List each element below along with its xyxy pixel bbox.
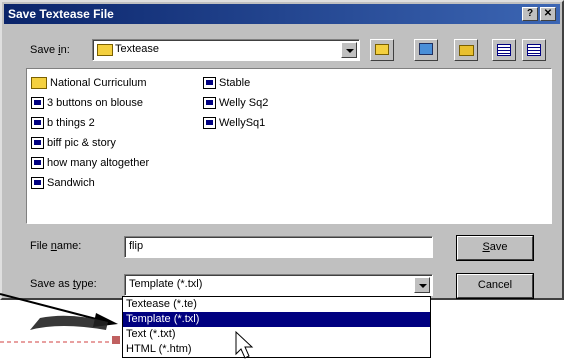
save-as-type-label: Save as type: [30, 278, 97, 290]
file-item-label: National Curriculum [50, 77, 147, 89]
file-item[interactable]: WellySq1 [203, 113, 268, 133]
file-item-label: Welly Sq2 [219, 97, 269, 109]
scribble-shape [30, 315, 108, 330]
file-item[interactable]: how many altogether [31, 153, 149, 173]
file-item[interactable]: National Curriculum [31, 73, 149, 93]
dropdown-option[interactable]: Textease (*.te) [123, 297, 430, 312]
new-folder-icon [459, 45, 474, 56]
folder-icon [97, 44, 113, 56]
dropdown-option[interactable]: Template (*.txl) [123, 312, 430, 327]
file-item-label: Sandwich [47, 177, 95, 189]
file-name-input[interactable]: flip [124, 236, 433, 258]
file-item-label: b things 2 [47, 117, 95, 129]
file-item[interactable]: Stable [203, 73, 268, 93]
file-name-label: File name: [30, 240, 82, 252]
marker-square [112, 336, 120, 344]
arrow-head [93, 313, 118, 327]
chevron-down-icon[interactable] [414, 277, 430, 293]
document-icon [31, 117, 44, 129]
save-as-type-dropdown: Textease (*.te) Template (*.txl) Text (*.t… [122, 296, 431, 358]
file-item[interactable]: b things 2 [31, 113, 149, 133]
save-in-select[interactable]: Textease [92, 39, 360, 61]
help-button[interactable]: ? [522, 7, 538, 21]
file-item[interactable]: 3 buttons on blouse [31, 93, 149, 113]
desktop-button[interactable] [414, 39, 438, 61]
save-button[interactable]: Save [457, 236, 533, 260]
chevron-down-icon[interactable] [341, 42, 357, 58]
dropdown-option[interactable]: Text (*.txt) [123, 327, 430, 342]
desktop-icon [419, 43, 433, 55]
details-view-icon [527, 44, 541, 56]
file-item-label: WellySq1 [219, 117, 266, 129]
document-icon [31, 137, 44, 149]
save-in-value: Textease [115, 43, 160, 55]
file-item[interactable]: Welly Sq2 [203, 93, 268, 113]
document-icon [203, 97, 216, 109]
document-icon [31, 177, 44, 189]
close-button[interactable]: ✕ [540, 7, 556, 21]
file-item[interactable]: biff pic & story [31, 133, 149, 153]
details-view-button[interactable] [522, 39, 546, 61]
file-item[interactable]: Sandwich [31, 173, 149, 193]
save-in-label: Save in: [30, 44, 70, 56]
document-icon [203, 117, 216, 129]
document-icon [31, 157, 44, 169]
file-list[interactable]: National Curriculum 3 buttons on blouse b … [26, 68, 552, 224]
file-item-label: biff pic & story [47, 137, 116, 149]
folder-icon [31, 77, 47, 89]
file-item-label: how many altogether [47, 157, 150, 169]
list-view-button[interactable] [492, 39, 516, 61]
cancel-button[interactable]: Cancel [457, 274, 533, 298]
document-icon [203, 77, 216, 89]
document-icon [31, 97, 44, 109]
list-view-icon [497, 44, 511, 56]
file-item-label: Stable [219, 77, 251, 89]
title-bar: Save Textease File ? ✕ [4, 4, 560, 24]
up-folder-button[interactable] [370, 39, 394, 61]
file-column-1: National Curriculum 3 buttons on blouse b … [31, 73, 149, 193]
up-folder-icon [375, 44, 389, 55]
dialog-title: Save Textease File [8, 7, 114, 21]
save-as-type-value: Template (*.txl) [129, 278, 203, 290]
file-name-value: flip [129, 240, 144, 252]
save-as-type-select[interactable]: Template (*.txl) [124, 274, 433, 296]
file-item-label: 3 buttons on blouse [47, 97, 144, 109]
save-dialog: Save Textease File ? ✕ Save in: Textease… [0, 0, 564, 300]
dropdown-option[interactable]: HTML (*.htm) [123, 342, 430, 357]
file-column-2: Stable Welly Sq2 WellySq1 [203, 73, 268, 133]
new-folder-button[interactable] [454, 39, 478, 61]
